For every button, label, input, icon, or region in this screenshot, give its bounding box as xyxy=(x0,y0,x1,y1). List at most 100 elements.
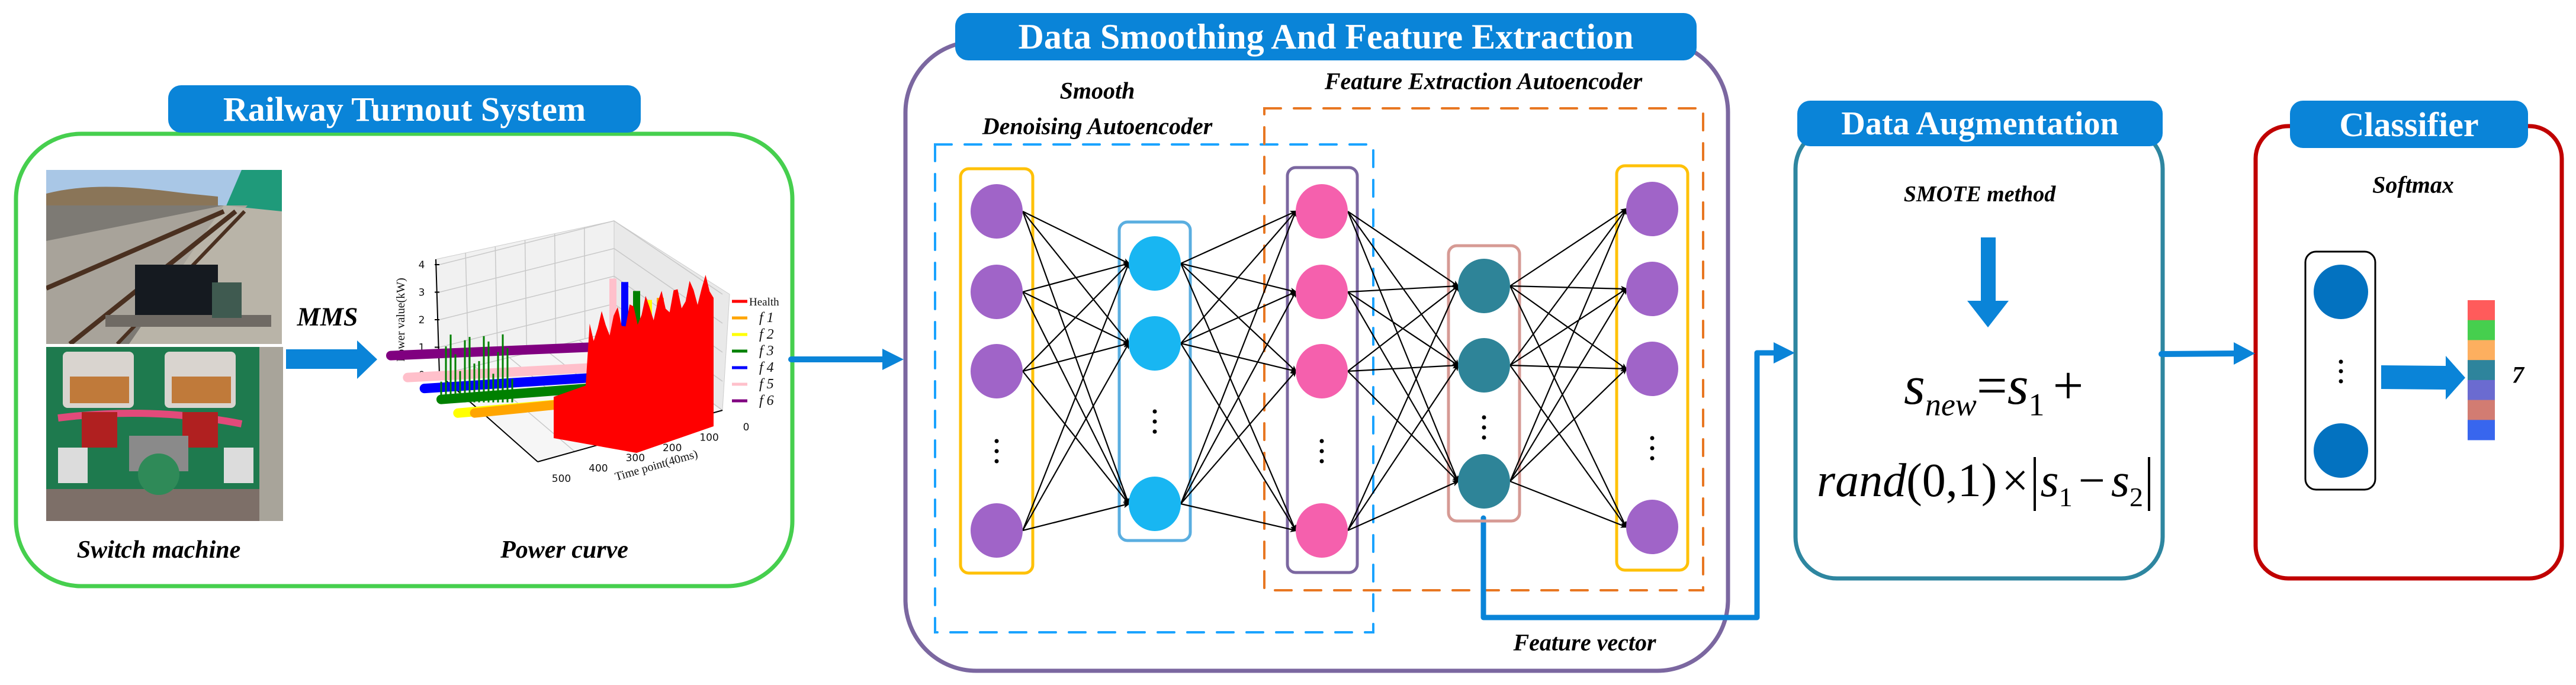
output-count-label: 7 xyxy=(2512,361,2524,388)
softmax-output-arrow xyxy=(2381,356,2465,400)
mms-label: MMS xyxy=(297,302,358,332)
smote-formula-line2: rand(0,1) × s1− s2 xyxy=(1817,457,2150,511)
legend-label: Health xyxy=(749,296,779,308)
connection-edge xyxy=(1509,209,1626,366)
neuron-input xyxy=(971,344,1023,398)
formula-equals: = xyxy=(1976,355,2008,416)
power-curve-chart: 012345004003002001000Power value(kW)Time… xyxy=(386,220,779,485)
connection-edge xyxy=(1022,504,1129,532)
connection-edge xyxy=(1022,263,1129,293)
neuron-input xyxy=(971,265,1023,319)
sdae-label-line2: Denoising Autoencoder xyxy=(982,112,1213,140)
formula-plus: + xyxy=(2053,355,2084,416)
layer-ellipsis-dot xyxy=(1650,436,1655,440)
classifier-title: Classifier xyxy=(2290,101,2528,148)
connection-edge xyxy=(1347,211,1458,286)
output-class-segment xyxy=(2468,420,2495,440)
legend-label: f 3 xyxy=(759,343,774,359)
connection-edge xyxy=(1509,364,1626,369)
connection-edge xyxy=(1347,286,1458,372)
railway-to-smoothing-arrow xyxy=(788,349,904,370)
neuron-fea-output xyxy=(1626,262,1678,316)
layer-ellipsis-dot xyxy=(1152,409,1157,414)
neuron-input xyxy=(971,503,1023,558)
formula-sub-new: new xyxy=(1925,387,1977,423)
formula-s1: s xyxy=(2007,355,2029,416)
formula-times: × xyxy=(2002,455,2029,507)
neuron-sdae-hidden xyxy=(1129,236,1181,291)
connection-edge xyxy=(1347,286,1458,531)
connection-edge xyxy=(1509,285,1626,527)
layer-ellipsis-dot xyxy=(1650,446,1655,451)
formula-sub-1b: 1 xyxy=(2058,482,2073,512)
track-photo xyxy=(46,170,282,344)
connection-edge xyxy=(1022,263,1129,372)
neuron-input xyxy=(971,184,1023,239)
connection-edge xyxy=(1347,365,1458,372)
z-axis-label: Power value(kW) xyxy=(394,278,407,362)
layer-ellipsis-dot xyxy=(1482,435,1486,440)
augmentation-to-classifier-arrow xyxy=(2159,342,2255,365)
connection-edge xyxy=(1509,365,1626,527)
connection-edge xyxy=(1022,343,1129,531)
diagram-stage: 012345004003002001000Power value(kW)Time… xyxy=(0,0,2576,685)
neuron-fea-hidden xyxy=(1458,454,1510,509)
mms-arrow xyxy=(286,340,377,379)
augmentation-down-arrow xyxy=(1967,237,2009,327)
neuron-fea-output xyxy=(1626,182,1678,236)
z-tick-label: 2 xyxy=(419,314,425,326)
neuron-fea-hidden xyxy=(1458,259,1510,313)
sdae-label-line1: Smooth xyxy=(1059,77,1135,104)
formula-s1b: s xyxy=(2040,455,2059,507)
output-class-segment xyxy=(2468,320,2495,340)
fea-label: Feature Extraction Autoencoder xyxy=(1324,67,1643,95)
connection-edge xyxy=(1022,343,1129,372)
neuron-sdae-hidden xyxy=(1129,316,1181,371)
smoothing-title: Data Smoothing And Feature Extraction xyxy=(955,13,1697,60)
layer-ellipsis-dot xyxy=(1650,456,1655,461)
layer-ellipsis-dot xyxy=(994,439,999,443)
layer-ellipsis-dot xyxy=(1152,419,1157,424)
legend-label: f 6 xyxy=(759,393,774,409)
softmax-node xyxy=(2314,423,2368,478)
neuron-sdae-hidden xyxy=(1129,477,1181,531)
formula-s2: s xyxy=(2111,455,2129,507)
z-tick-label: 3 xyxy=(419,287,425,299)
power-curve-label: Power curve xyxy=(500,536,628,564)
x-tick-label: 100 xyxy=(699,432,718,443)
layer-ellipsis-dot xyxy=(994,459,999,464)
smote-formula-line1: snew=s1 + xyxy=(1904,358,2083,420)
neuron-sdae-output xyxy=(1296,184,1348,239)
output-class-segment xyxy=(2468,400,2495,420)
layer-ellipsis-dot xyxy=(1319,439,1324,443)
neuron-sdae-output xyxy=(1296,265,1348,319)
switch-machine-label: Switch machine xyxy=(76,536,241,564)
output-class-segment xyxy=(2468,380,2495,401)
connection-edge xyxy=(1180,503,1296,530)
formula-args: (0,1) xyxy=(1906,455,1997,507)
augmentation-title: Data Augmentation xyxy=(1797,101,2163,146)
formula-sub-1: 1 xyxy=(2028,387,2045,423)
neuron-fea-output xyxy=(1626,500,1678,554)
layer-ellipsis-dot xyxy=(1482,425,1486,430)
layer-ellipsis-dot xyxy=(994,449,999,454)
legend-label: f 2 xyxy=(759,327,774,342)
z-tick-label: 4 xyxy=(419,259,425,271)
legend-label: f 4 xyxy=(759,360,774,375)
legend-label: f 1 xyxy=(759,310,774,326)
softmax-output-bar xyxy=(2468,300,2495,440)
softmax-ellipsis xyxy=(2339,359,2343,384)
feature-vector-label: Feature vector xyxy=(1513,629,1656,656)
layer-ellipsis-dot xyxy=(1319,459,1324,464)
neuron-fea-hidden xyxy=(1458,338,1510,393)
output-class-segment xyxy=(2468,300,2495,321)
connection-edge xyxy=(1509,289,1626,366)
connection-edge xyxy=(1022,263,1129,531)
output-class-segment xyxy=(2468,340,2495,361)
x-tick-label: 400 xyxy=(589,463,608,475)
layer-ellipsis-dot xyxy=(1152,429,1157,434)
formula-minus: − xyxy=(2078,455,2105,507)
neuron-fea-output xyxy=(1626,342,1678,396)
x-tick-label: 500 xyxy=(552,473,571,485)
layer-ellipsis-dot xyxy=(1482,415,1486,420)
